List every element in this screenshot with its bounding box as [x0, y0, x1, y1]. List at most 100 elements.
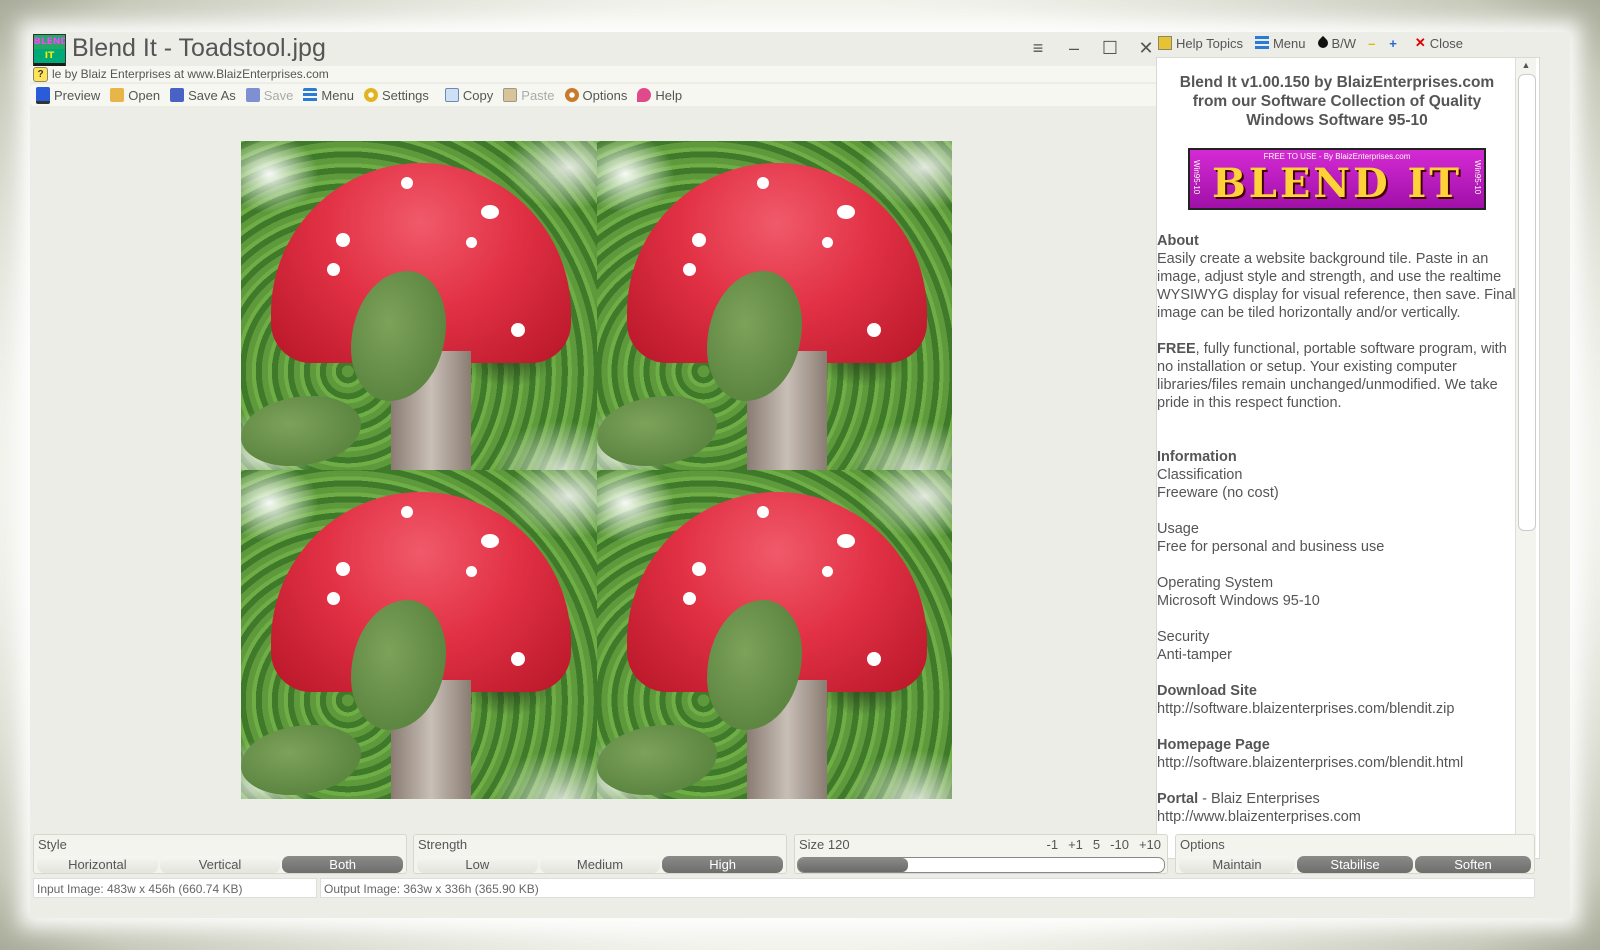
save-as-button[interactable]: Save As — [170, 88, 236, 103]
security-label: Security — [1157, 629, 1210, 645]
title-bar: BLEND IT Blend It - Toadstool.jpg ≡ – ☐ … — [30, 32, 1175, 67]
copy-button[interactable]: Copy — [444, 88, 493, 103]
download-link[interactable]: http://software.blaizenterprises.com/ble… — [1157, 700, 1517, 718]
size-step-buttons: -1 +1 5 -10 +10 — [1037, 837, 1161, 852]
minimize-button[interactable]: – — [1056, 36, 1092, 62]
options-button[interactable]: Options — [564, 88, 627, 103]
preview-tile — [241, 470, 597, 799]
close-x-icon: ✕ — [1414, 35, 1426, 50]
help-question-icon[interactable]: ? — [33, 67, 48, 82]
about-section: About Easily create a website background… — [1157, 232, 1517, 826]
open-label: Open — [128, 87, 161, 103]
strength-panel: Strength Low Medium High — [413, 834, 787, 874]
help-heading: Blend It v1.00.150 by BlaizEnterprises.c… — [1157, 73, 1517, 130]
subtitle-bar: ? le by Blaiz Enterprises at www.BlaizEn… — [30, 66, 1175, 82]
classification-value: Freeware (no cost) — [1157, 485, 1279, 501]
preview-image — [241, 141, 952, 799]
open-button[interactable]: Open — [110, 88, 160, 103]
size-5-button[interactable]: 5 — [1093, 837, 1100, 852]
help-label: Help — [655, 87, 683, 103]
settings-button[interactable]: Settings — [363, 88, 429, 103]
size-minus-1-button[interactable]: -1 — [1047, 837, 1059, 852]
portal-link[interactable]: http://www.blaizenterprises.com — [1157, 808, 1517, 826]
scroll-up-arrow-icon[interactable]: ▲ — [1516, 58, 1536, 72]
help-topics-button[interactable]: Help Topics — [1158, 36, 1243, 51]
paste-button[interactable]: Paste — [503, 87, 555, 103]
soften-toggle[interactable]: Soften — [1415, 856, 1531, 873]
usage-label: Usage — [1157, 521, 1199, 537]
size-plus-1-button[interactable]: +1 — [1068, 837, 1083, 852]
about-title: About — [1157, 233, 1199, 249]
style-horizontal-button[interactable]: Horizontal — [37, 856, 158, 873]
preview-tile — [596, 470, 952, 799]
size-minus-10-button[interactable]: -10 — [1110, 837, 1129, 852]
style-both-button[interactable]: Both — [282, 856, 404, 873]
zoom-out-button[interactable]: – — [1368, 36, 1375, 51]
strength-options: Low Medium High — [416, 856, 784, 873]
toolbar: Preview Open Save As Save Menu Settings … — [30, 84, 1175, 106]
options-panel-label: Options — [1180, 837, 1225, 852]
size-slider[interactable] — [797, 857, 1165, 873]
logo-text-bottom: IT — [34, 49, 65, 63]
help-heading-line-3: Windows Software 95-10 — [1246, 112, 1428, 129]
menu-icon[interactable]: ≡ — [1020, 36, 1056, 62]
blend-it-banner[interactable]: FREE TO USE - By BlaizEnterprises.com BL… — [1188, 148, 1486, 210]
help-close-button[interactable]: ✕ Close — [1415, 35, 1463, 51]
bw-label: B/W — [1331, 35, 1357, 51]
logo-text-top: BLEND — [34, 35, 66, 49]
style-vertical-button[interactable]: Vertical — [159, 856, 281, 873]
strength-medium-button[interactable]: Medium — [539, 856, 661, 873]
help-heading-line-1: Blend It v1.00.150 by BlaizEnterprises.c… — [1179, 74, 1495, 91]
monitor-icon — [36, 86, 50, 104]
save-label: Save — [263, 87, 294, 103]
menu-button[interactable]: Menu — [303, 88, 354, 103]
menu-label: Menu — [321, 87, 354, 103]
help-topics-label: Help Topics — [1176, 35, 1243, 51]
floppy-disk-icon — [170, 88, 185, 102]
strength-low-button[interactable]: Low — [417, 856, 538, 873]
style-panel: Style Horizontal Vertical Both — [33, 834, 407, 874]
help-toolbar: Help Topics Menu B/W – + ✕ Close — [1158, 32, 1542, 54]
output-image-status: Output Image: 363w x 336h (365.90 KB) — [320, 878, 1535, 898]
help-scrollbar[interactable]: ▲ ▼ — [1515, 58, 1536, 856]
options-panel: Options Maintain Stabilise Soften — [1175, 834, 1535, 874]
preview-tile — [596, 141, 952, 470]
preview-button[interactable]: Preview — [36, 86, 101, 104]
maximize-button[interactable]: ☐ — [1092, 36, 1128, 62]
window-controls: ≡ – ☐ ✕ — [1020, 36, 1164, 62]
preview-label: Preview — [54, 87, 101, 103]
bw-button[interactable]: B/W — [1315, 35, 1357, 51]
ink-drop-icon — [1315, 35, 1330, 51]
help-menu-label: Menu — [1272, 35, 1306, 51]
subtitle-text[interactable]: le by Blaiz Enterprises at www.BlaizEnte… — [52, 67, 329, 81]
menu-lines-icon — [303, 88, 318, 102]
help-button[interactable]: Help — [637, 88, 682, 103]
help-menu-button[interactable]: Menu — [1254, 35, 1306, 51]
size-plus-10-button[interactable]: +10 — [1139, 837, 1161, 852]
strength-high-button[interactable]: High — [662, 856, 784, 873]
copy-icon — [444, 88, 459, 102]
book-icon — [1158, 36, 1172, 50]
app-logo: BLEND IT — [33, 34, 66, 67]
free-title: FREE — [1157, 341, 1196, 357]
stabilise-toggle[interactable]: Stabilise — [1297, 856, 1413, 873]
homepage-link[interactable]: http://software.blaizenterprises.com/ble… — [1157, 754, 1517, 772]
about-text: Easily create a website background tile.… — [1157, 251, 1516, 321]
help-panel[interactable]: Blend It v1.00.150 by BlaizEnterprises.c… — [1156, 57, 1540, 859]
paste-label: Paste — [521, 87, 555, 103]
clipboard-icon — [503, 88, 518, 102]
homepage-title: Homepage Page — [1157, 737, 1270, 753]
menu-lines-icon — [1254, 36, 1269, 50]
maintain-toggle[interactable]: Maintain — [1179, 856, 1295, 873]
save-button[interactable]: Save — [245, 87, 294, 103]
zoom-in-button[interactable]: + — [1389, 36, 1397, 51]
window-title: Blend It - Toadstool.jpg — [72, 34, 326, 62]
scroll-thumb[interactable] — [1518, 74, 1536, 531]
help-close-label: Close — [1429, 35, 1464, 51]
size-slider-fill — [798, 858, 908, 872]
app-window: BLEND IT Blend It - Toadstool.jpg ≡ – ☐ … — [30, 32, 1570, 918]
options-gear-icon — [564, 88, 579, 102]
minus-icon: – — [1368, 35, 1376, 51]
floppy-disk-icon — [245, 88, 260, 102]
os-value: Microsoft Windows 95-10 — [1157, 593, 1320, 609]
